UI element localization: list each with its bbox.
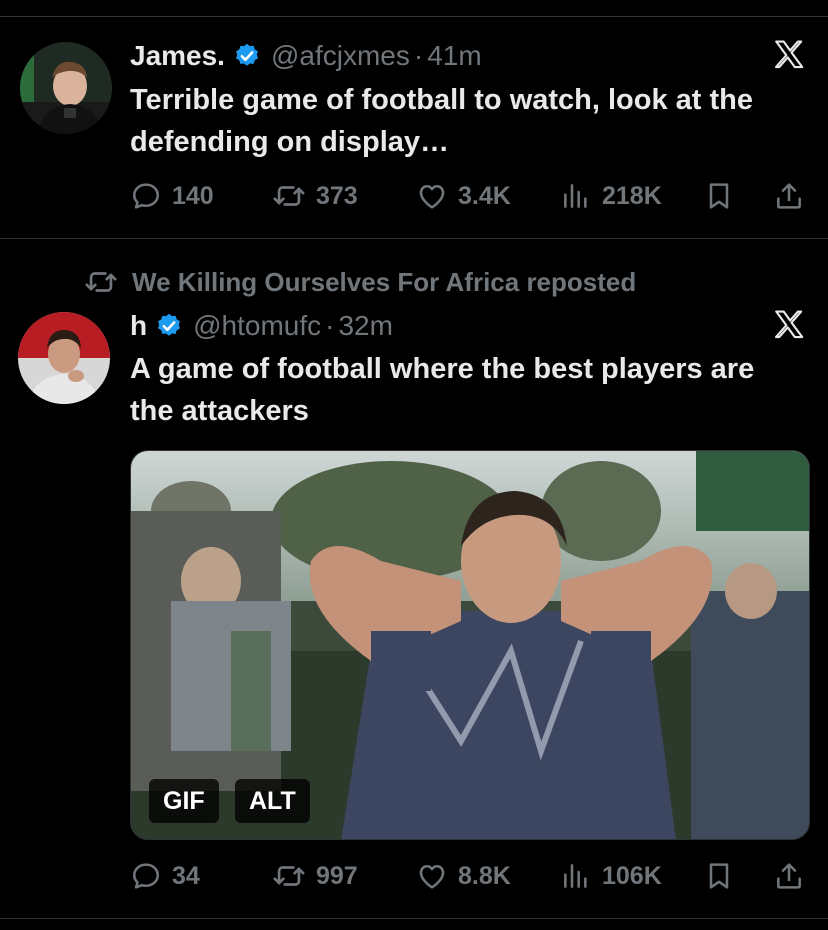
tweet-header: James. @afcjxmes · 41m [130, 36, 482, 76]
action-bar: 34 997 8.8K 106K [130, 856, 810, 896]
repost-banner-text: We Killing Ourselves For Africa reposted [132, 266, 637, 297]
avatar[interactable] [18, 312, 110, 404]
timestamp[interactable]: 41m [427, 40, 481, 72]
bookmark-icon [703, 860, 735, 892]
handle[interactable]: @htomufc [193, 310, 321, 342]
x-logo-icon [772, 308, 806, 342]
like-button[interactable]: 3.4K [416, 176, 511, 216]
like-count: 3.4K [458, 181, 511, 210]
verified-badge-icon [233, 42, 261, 70]
repost-icon [84, 265, 118, 299]
gif-image [131, 451, 809, 839]
share-button[interactable] [773, 176, 805, 216]
repost-button[interactable]: 373 [272, 176, 358, 216]
reply-icon [130, 180, 162, 212]
separator: · [325, 310, 335, 341]
verified-badge-icon [155, 312, 183, 340]
views-count: 218K [602, 181, 662, 210]
repost-banner[interactable]: We Killing Ourselves For Africa reposted [84, 262, 636, 302]
timestamp[interactable]: 32m [338, 310, 392, 342]
reply-icon [130, 860, 162, 892]
share-icon [773, 860, 805, 892]
repost-icon [272, 179, 306, 213]
gif-badge: GIF [149, 779, 219, 823]
like-icon [416, 860, 448, 892]
alt-badge[interactable]: ALT [235, 779, 310, 823]
display-name[interactable]: h [130, 310, 147, 342]
views-button[interactable]: 218K [560, 176, 662, 216]
tweet-header: h @htomufc · 32m [130, 306, 393, 346]
views-icon [560, 860, 592, 892]
tweet-text: A game of football where the best player… [130, 353, 755, 427]
views-icon [560, 180, 592, 212]
tweet-text: Terrible game of football to watch, look… [130, 84, 754, 158]
bottom-divider [0, 918, 828, 919]
share-icon [773, 180, 805, 212]
bookmark-button[interactable] [703, 856, 735, 896]
views-button[interactable]: 106K [560, 856, 662, 896]
avatar[interactable] [20, 42, 112, 134]
reply-button[interactable]: 140 [130, 176, 214, 216]
reply-count: 140 [172, 181, 214, 210]
action-bar: 140 373 3.4K 218K [130, 176, 810, 216]
bookmark-icon [703, 180, 735, 212]
views-count: 106K [602, 861, 662, 890]
display-name[interactable]: James. [130, 40, 225, 72]
repost-button[interactable]: 997 [272, 856, 358, 896]
like-count: 8.8K [458, 861, 511, 890]
repost-icon [272, 859, 306, 893]
handle[interactable]: @afcjxmes [271, 40, 410, 72]
x-logo-icon [772, 38, 806, 72]
reply-button[interactable]: 34 [130, 856, 200, 896]
bookmark-button[interactable] [703, 176, 735, 216]
repost-count: 997 [316, 861, 358, 890]
gif-media[interactable]: GIF ALT [130, 450, 810, 840]
repost-count: 373 [316, 181, 358, 210]
like-icon [416, 180, 448, 212]
reply-count: 34 [172, 861, 200, 890]
separator: · [413, 40, 424, 71]
top-divider [0, 16, 828, 17]
like-button[interactable]: 8.8K [416, 856, 511, 896]
share-button[interactable] [773, 856, 805, 896]
tweet-divider [0, 238, 828, 239]
